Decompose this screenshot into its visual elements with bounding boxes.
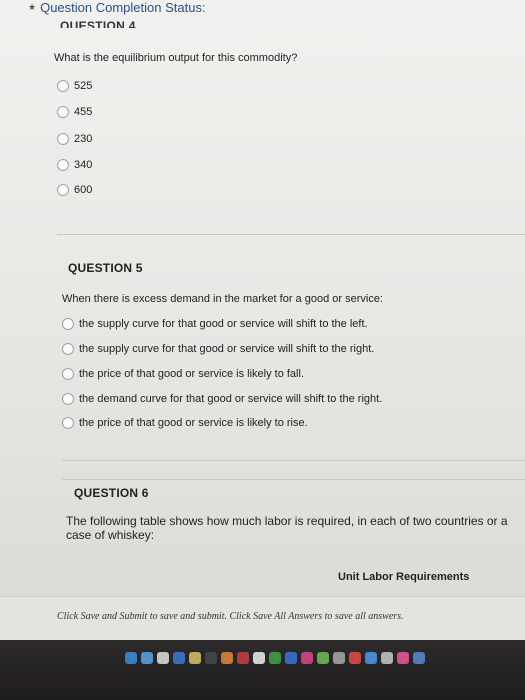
section-divider <box>62 479 525 480</box>
radio-button[interactable] <box>62 368 74 380</box>
app-icon[interactable] <box>221 652 233 664</box>
table-heading: Unit Labor Requirements <box>338 571 470 583</box>
q4-option-5[interactable]: 600 <box>57 184 92 196</box>
expand-arrow-icon: ★ <box>28 2 37 12</box>
finder-icon[interactable] <box>125 652 137 664</box>
status-label: Question Completion Status: <box>40 0 206 15</box>
radio-button[interactable] <box>57 106 69 118</box>
radio-button[interactable] <box>57 159 69 171</box>
app-icon[interactable] <box>317 652 329 664</box>
footer-instructions: Click Save and Submit to save and submit… <box>57 611 404 622</box>
radio-button[interactable] <box>62 318 74 330</box>
app-icon[interactable] <box>173 652 185 664</box>
question-completion-status[interactable]: ★ Question Completion Status: <box>28 0 206 15</box>
q4-option-2[interactable]: 455 <box>57 106 92 118</box>
radio-button[interactable] <box>57 133 69 145</box>
app-icon[interactable] <box>141 652 153 664</box>
exam-page: ★ Question Completion Status: QUESTION 4… <box>0 0 525 641</box>
question-4-title: QUESTION 4 <box>60 19 136 28</box>
dock-icons <box>125 652 425 664</box>
q5-option-3[interactable]: the price of that good or service is lik… <box>62 368 304 380</box>
question-5-title: QUESTION 5 <box>68 261 143 275</box>
q5-option-1[interactable]: the supply curve for that good or servic… <box>62 318 368 330</box>
app-icon[interactable] <box>237 652 249 664</box>
app-icon[interactable] <box>189 652 201 664</box>
app-icon[interactable] <box>349 652 361 664</box>
section-divider <box>62 460 525 461</box>
app-icon[interactable] <box>413 652 425 664</box>
app-icon[interactable] <box>253 652 265 664</box>
app-icon[interactable] <box>205 652 217 664</box>
q4-option-1[interactable]: 525 <box>57 80 92 92</box>
q4-option-3[interactable]: 230 <box>57 133 92 145</box>
radio-button[interactable] <box>57 184 69 196</box>
question-5-text: When there is excess demand in the marke… <box>62 293 383 305</box>
app-icon[interactable] <box>365 652 377 664</box>
radio-button[interactable] <box>62 417 74 429</box>
q5-option-5[interactable]: the price of that good or service is lik… <box>62 417 308 429</box>
app-icon[interactable] <box>157 652 169 664</box>
app-icon[interactable] <box>285 652 297 664</box>
question-4-text: What is the equilibrium output for this … <box>54 52 298 64</box>
os-dock <box>0 640 525 700</box>
radio-button[interactable] <box>62 343 74 355</box>
question-6-text: The following table shows how much labor… <box>66 514 508 542</box>
app-icon[interactable] <box>301 652 313 664</box>
app-icon[interactable] <box>397 652 409 664</box>
app-icon[interactable] <box>381 652 393 664</box>
app-icon[interactable] <box>269 652 281 664</box>
section-divider <box>57 234 525 235</box>
radio-button[interactable] <box>62 393 74 405</box>
app-icon[interactable] <box>333 652 345 664</box>
q5-option-2[interactable]: the supply curve for that good or servic… <box>62 343 374 355</box>
q5-option-4[interactable]: the demand curve for that good or servic… <box>62 393 382 405</box>
question-6-title: QUESTION 6 <box>74 486 149 500</box>
q4-option-4[interactable]: 340 <box>57 159 92 171</box>
radio-button[interactable] <box>57 80 69 92</box>
